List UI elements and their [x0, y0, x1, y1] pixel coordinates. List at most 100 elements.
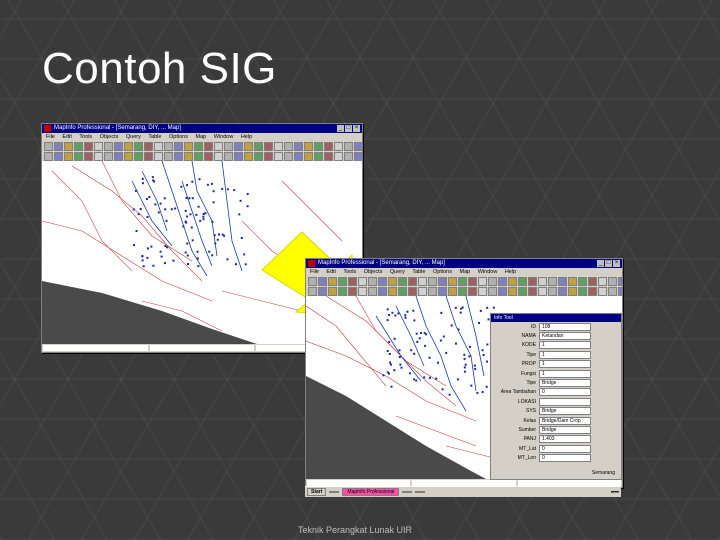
- toolbar-button[interactable]: [558, 287, 567, 296]
- toolbar-button[interactable]: [448, 287, 457, 296]
- menu-table[interactable]: Table: [412, 269, 425, 275]
- toolbar-button[interactable]: [44, 142, 53, 151]
- toolbar-button[interactable]: [84, 142, 93, 151]
- menu-file[interactable]: File: [310, 269, 319, 275]
- toolbar-button[interactable]: [274, 152, 283, 161]
- toolbar-button[interactable]: [184, 142, 193, 151]
- toolbar-button[interactable]: [428, 277, 437, 286]
- toolbar-button[interactable]: [598, 277, 607, 286]
- toolbar-button[interactable]: [294, 142, 303, 151]
- info-row-value[interactable]: 0: [539, 388, 591, 397]
- menu-window[interactable]: Window: [478, 269, 498, 275]
- toolbar-button[interactable]: [378, 287, 387, 296]
- toolbar-button[interactable]: [498, 277, 507, 286]
- toolbar-button[interactable]: [438, 287, 447, 296]
- close-icon[interactable]: ×: [353, 125, 360, 132]
- info-row-value[interactable]: Bridge: [539, 425, 591, 434]
- toolbar-button[interactable]: [204, 152, 213, 161]
- menu-query[interactable]: Query: [390, 269, 405, 275]
- maximize-icon[interactable]: □: [345, 125, 352, 132]
- toolbar-button[interactable]: [328, 287, 337, 296]
- toolbar-button[interactable]: [44, 152, 53, 161]
- toolbar-button[interactable]: [518, 287, 527, 296]
- toolbar-button[interactable]: [194, 152, 203, 161]
- menu-map[interactable]: Map: [196, 134, 207, 140]
- toolbar-button[interactable]: [324, 152, 333, 161]
- toolbar-button[interactable]: [144, 142, 153, 151]
- toolbar-button[interactable]: [314, 152, 323, 161]
- toolbar-button[interactable]: [264, 152, 273, 161]
- toolbar-button[interactable]: [274, 142, 283, 151]
- toolbar-button[interactable]: [344, 142, 353, 151]
- toolbar-button[interactable]: [448, 277, 457, 286]
- toolbar-button[interactable]: [234, 152, 243, 161]
- menu-query[interactable]: Query: [126, 134, 141, 140]
- toolbar-button[interactable]: [304, 152, 313, 161]
- toolbar-button[interactable]: [598, 287, 607, 296]
- toolbar-button[interactable]: [348, 277, 357, 286]
- taskbar-item-4[interactable]: [415, 491, 426, 493]
- toolbar-button[interactable]: [254, 152, 263, 161]
- toolbar-button[interactable]: [608, 277, 617, 286]
- toolbar-button[interactable]: [548, 277, 557, 286]
- menu-map[interactable]: Map: [460, 269, 471, 275]
- toolbar-button[interactable]: [498, 287, 507, 296]
- toolbar-button[interactable]: [578, 277, 587, 286]
- taskbar-item-mapinfo[interactable]: MapInfo Professional: [342, 488, 400, 496]
- toolbar-button[interactable]: [164, 142, 173, 151]
- toolbar-button[interactable]: [204, 142, 213, 151]
- toolbar-button[interactable]: [224, 152, 233, 161]
- toolbar-button[interactable]: [408, 287, 417, 296]
- toolbar-button[interactable]: [418, 287, 427, 296]
- toolbar-button[interactable]: [314, 142, 323, 151]
- toolbar-button[interactable]: [408, 277, 417, 286]
- toolbar-button[interactable]: [354, 152, 362, 161]
- info-row-value[interactable]: 0: [539, 444, 591, 453]
- toolbar-button[interactable]: [214, 142, 223, 151]
- toolbar-button[interactable]: [368, 277, 377, 286]
- toolbar-button[interactable]: [124, 142, 133, 151]
- info-row-value[interactable]: 1: [539, 350, 591, 359]
- toolbar-button[interactable]: [328, 277, 337, 286]
- toolbar-button[interactable]: [368, 287, 377, 296]
- toolbar-button[interactable]: [134, 142, 143, 151]
- start-button[interactable]: Start: [307, 488, 327, 496]
- toolbar-button[interactable]: [358, 287, 367, 296]
- toolbar-button[interactable]: [54, 142, 63, 151]
- taskbar-item-3[interactable]: [402, 491, 413, 493]
- toolbar-button[interactable]: [528, 277, 537, 286]
- toolbar-button[interactable]: [104, 142, 113, 151]
- minimize-icon[interactable]: _: [597, 260, 604, 267]
- toolbar-button[interactable]: [558, 277, 567, 286]
- toolbar-button[interactable]: [508, 287, 517, 296]
- toolbar-button[interactable]: [304, 142, 313, 151]
- toolbar-button[interactable]: [618, 287, 622, 296]
- toolbar-button[interactable]: [224, 142, 233, 151]
- toolbar-button[interactable]: [334, 152, 343, 161]
- toolbar-button[interactable]: [358, 277, 367, 286]
- toolbar-button[interactable]: [488, 287, 497, 296]
- toolbar-button[interactable]: [74, 142, 83, 151]
- toolbar-button[interactable]: [174, 142, 183, 151]
- toolbar-button[interactable]: [84, 152, 93, 161]
- toolbar-button[interactable]: [378, 277, 387, 286]
- toolbar-button[interactable]: [124, 152, 133, 161]
- toolbar-button[interactable]: [348, 287, 357, 296]
- info-row-value[interactable]: Bridge/Dam Crop: [539, 416, 591, 425]
- toolbar-button[interactable]: [54, 152, 63, 161]
- menu-objects[interactable]: Objects: [100, 134, 119, 140]
- info-row-value[interactable]: Bridge: [539, 379, 591, 388]
- toolbar-button[interactable]: [438, 277, 447, 286]
- toolbar-button[interactable]: [308, 277, 317, 286]
- toolbar-button[interactable]: [164, 152, 173, 161]
- toolbar-button[interactable]: [428, 287, 437, 296]
- toolbar-button[interactable]: [458, 277, 467, 286]
- toolbar-button[interactable]: [308, 287, 317, 296]
- toolbar-button[interactable]: [234, 142, 243, 151]
- toolbar-button[interactable]: [334, 142, 343, 151]
- info-row-value[interactable]: Bridge: [539, 407, 591, 416]
- info-row-value[interactable]: 1.403: [539, 435, 591, 444]
- toolbar-button[interactable]: [244, 142, 253, 151]
- menu-edit[interactable]: Edit: [62, 134, 71, 140]
- toolbar-button[interactable]: [538, 287, 547, 296]
